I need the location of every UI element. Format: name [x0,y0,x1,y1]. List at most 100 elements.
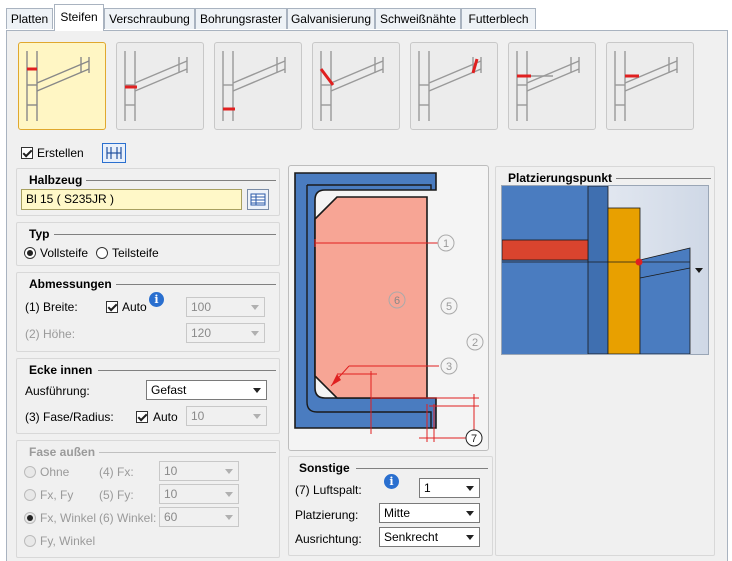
hoehe-label: (2) Höhe: [25,327,76,341]
fase-radius-combo[interactable]: 10 [186,406,267,426]
stiffener-variant-7-icon [614,51,678,121]
abmessungen-divider [114,284,276,285]
luftspalt-value: 1 [424,481,431,495]
callout-7: 7 [471,433,477,445]
fx-winkel-label: Fx, Winkel [40,511,97,525]
stiffener-variant-6[interactable] [508,42,596,130]
platzierung-combo[interactable]: Mitte [379,503,480,523]
ohne-label: Ohne [40,465,70,479]
breite-auto-label: Auto [122,300,147,314]
ausfuehrung-label: Ausführung: [25,384,90,398]
create-label: Erstellen [37,146,84,160]
radio-teilsteife[interactable] [96,247,108,259]
luftspalt-label: (7) Luftspalt: [295,483,362,497]
breite-value: 100 [191,300,212,314]
chevron-down-icon [466,486,474,491]
winkel-label: (6) Winkel: [99,511,157,525]
radio-ohne[interactable] [24,466,36,478]
tab-steifen[interactable]: Steifen [54,4,104,31]
placement-point-selector[interactable] [501,185,709,355]
fase-radius-value: 10 [191,409,205,423]
placement-point-marker[interactable] [635,258,643,266]
breite-combo[interactable]: 100 [186,297,265,317]
tab-verschraubung[interactable]: Verschraubung [104,8,195,29]
teilsteife-label: Teilsteife [112,246,159,260]
hoehe-combo[interactable]: 120 [186,323,265,343]
section-diagram: 1 2 3 5 6 7 [288,165,489,451]
stiffener-variant-2[interactable] [116,42,204,130]
create-checkbox[interactable] [21,147,33,159]
halbzeug-divider [86,180,276,181]
ausfuehrung-value: Gefast [151,383,187,397]
ausrichtung-combo[interactable]: Senkrecht [379,527,480,547]
halbzeug-browse-button[interactable] [247,189,269,210]
placement-point-preview [501,185,708,355]
fase-auto-label: Auto [153,410,178,424]
ausfuehrung-combo[interactable]: Gefast [146,380,267,400]
ausrichtung-value: Senkrecht [384,530,439,544]
fy-label: (5) Fy: [99,488,134,502]
typ-title: Typ [29,227,54,241]
fy-combo[interactable]: 10 [159,484,239,504]
platzierungspunkt-divider [616,178,711,179]
catalog-icon [250,193,266,206]
sonstige-title: Sonstige [299,461,354,475]
fx-combo[interactable]: 10 [159,461,239,481]
radio-vollsteife[interactable] [24,247,36,259]
tab-platten[interactable]: Platten [6,8,53,29]
tab-galvanisierung[interactable]: Galvanisierung [287,8,375,29]
stiffener-variant-1[interactable] [18,42,106,130]
platzierungspunkt-title: Platzierungspunkt [508,171,617,185]
stiffener-variant-3[interactable] [214,42,302,130]
dimension-icon [106,147,122,159]
stiffener-variant-6-icon [516,51,580,121]
stiffener-section-drawing: 1 2 3 5 6 7 [294,172,484,447]
chevron-down-icon [225,492,233,497]
chevron-down-icon [225,515,233,520]
winkel-value: 60 [164,510,178,524]
luftspalt-combo[interactable]: 1 [419,478,480,498]
callout-3: 3 [446,361,452,373]
chevron-down-icon [253,414,261,419]
breite-label: (1) Breite: [25,300,78,314]
dimension-toggle-button[interactable] [102,143,126,163]
typ-divider [54,234,276,235]
fx-value: 10 [164,464,178,478]
fx-label: (4) Fx: [99,465,134,479]
stiffener-variant-7[interactable] [606,42,694,130]
radio-fy-winkel[interactable] [24,535,36,547]
tab-schweissnaehte[interactable]: Schweißnähte [375,8,461,29]
fase-aussen-title: Fase außen [29,445,100,459]
callout-5: 5 [446,301,452,313]
radio-fx-fy[interactable] [24,489,36,501]
tab-futterblech[interactable]: Futterblech [461,8,536,29]
hoehe-value: 120 [191,326,212,340]
halbzeug-field[interactable]: Bl 15 ( S235JR ) [21,189,242,210]
chevron-down-icon [466,535,474,540]
tab-bohrungsraster[interactable]: Bohrungsraster [195,8,287,29]
ecke-innen-title: Ecke innen [29,363,97,377]
winkel-combo[interactable]: 60 [159,507,239,527]
breite-auto-checkbox[interactable] [106,301,118,313]
stiffener-variant-1-icon [26,51,90,121]
abmessungen-title: Abmessungen [29,277,116,291]
info-icon[interactable]: i [149,292,164,307]
radio-fx-winkel[interactable] [24,512,36,524]
stiffener-variant-5[interactable] [410,42,498,130]
fy-value: 10 [164,487,178,501]
stiffener-variant-3-icon [222,51,286,121]
fase-radius-label: (3) Fase/Radius: [25,410,114,424]
chevron-down-icon [253,388,261,393]
halbzeug-title: Halbzeug [29,173,87,187]
platzierung-label: Platzierung: [295,508,359,522]
info-icon[interactable]: i [384,474,399,489]
sonstige-divider [356,468,488,469]
vollsteife-label: Vollsteife [40,246,89,260]
fase-auto-checkbox[interactable] [136,411,148,423]
ecke-innen-divider [98,370,276,371]
stiffener-variant-4-icon [319,51,384,121]
stiffener-variant-4[interactable] [312,42,400,130]
stiffener-variant-5-icon [418,51,482,121]
chevron-down-icon [466,511,474,516]
chevron-down-icon [251,331,259,336]
